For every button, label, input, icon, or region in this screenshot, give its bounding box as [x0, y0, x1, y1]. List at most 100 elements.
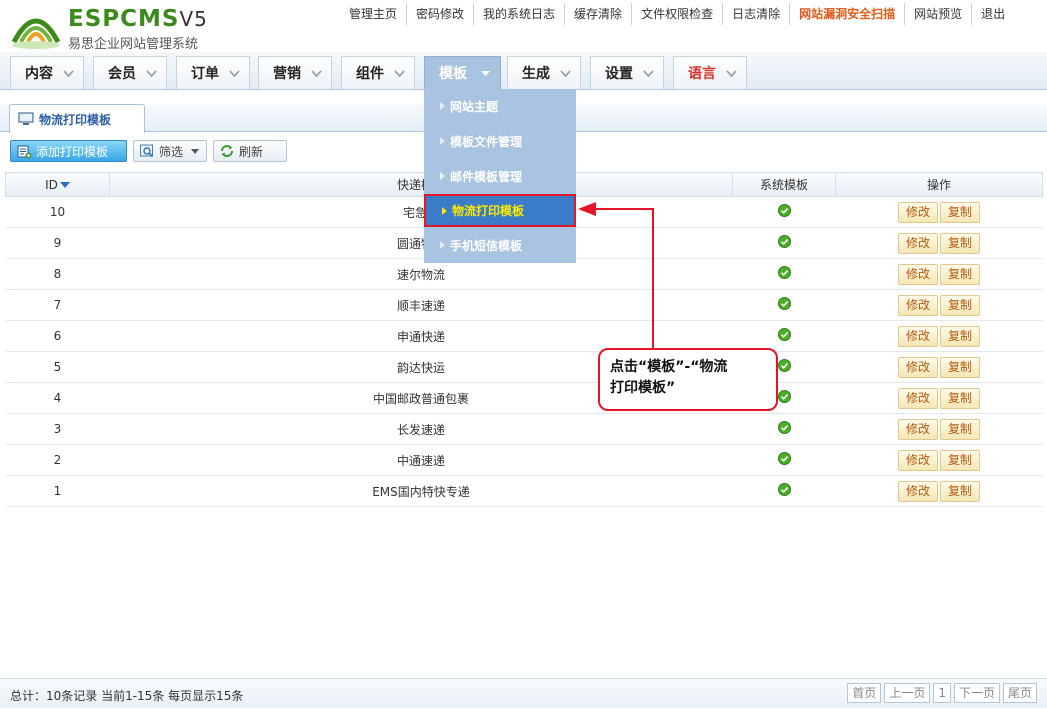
- pager-last[interactable]: 尾页: [1002, 683, 1037, 703]
- main-nav: 内容 会员 订单 营销 组件 模板 生成 设置 语言: [0, 52, 1047, 90]
- edit-button[interactable]: 修改: [898, 480, 938, 502]
- cell-id: 3: [5, 413, 110, 445]
- column-header-id-label: ID: [45, 177, 58, 192]
- nav-tab-label: 内容: [25, 66, 53, 82]
- edit-button[interactable]: 修改: [898, 201, 938, 223]
- copy-button[interactable]: 复制: [940, 356, 980, 378]
- cell-ops: 修改 复制: [835, 444, 1043, 476]
- nav-tab-language[interactable]: 语言: [673, 56, 747, 89]
- topnav-password[interactable]: 密码修改: [406, 3, 473, 25]
- topnav-preview[interactable]: 网站预览: [904, 3, 971, 25]
- nav-tab-component[interactable]: 组件: [341, 56, 415, 89]
- menu-item-template-files[interactable]: 模板文件管理: [424, 126, 576, 156]
- cell-system: [732, 289, 836, 321]
- annotation-line-1: 点击“模板”-“物流: [610, 359, 728, 375]
- menu-item-site-theme[interactable]: 网站主题: [424, 91, 576, 121]
- add-print-template-button[interactable]: 添加打印模板: [10, 140, 127, 162]
- content-tab-logistics-print[interactable]: 物流打印模板: [9, 104, 145, 133]
- edit-button[interactable]: 修改: [898, 325, 938, 347]
- table-row: 6 申通快递 修改 复制: [5, 320, 1043, 352]
- logo[interactable]: ESPCMSV5 易思企业网站管理系统: [10, 4, 230, 52]
- cell-name: EMS国内特快专递: [109, 475, 733, 507]
- cell-id: 10: [5, 196, 110, 228]
- edit-button[interactable]: 修改: [898, 294, 938, 316]
- filter-button[interactable]: 筛选: [133, 140, 207, 162]
- nav-tab-content[interactable]: 内容: [10, 56, 84, 89]
- add-print-template-label: 添加打印模板: [36, 144, 109, 159]
- nav-tab-member[interactable]: 会员: [93, 56, 167, 89]
- topnav-my-log[interactable]: 我的系统日志: [473, 3, 564, 25]
- menu-item-label: 物流打印模板: [452, 204, 525, 218]
- copy-button[interactable]: 复制: [940, 201, 980, 223]
- triangle-right-icon: [440, 137, 445, 145]
- nav-tab-template[interactable]: 模板: [424, 56, 501, 89]
- edit-button[interactable]: 修改: [898, 449, 938, 471]
- cell-ops: 修改 复制: [835, 351, 1043, 383]
- topnav-logout[interactable]: 退出: [971, 3, 1014, 25]
- edit-button[interactable]: 修改: [898, 263, 938, 285]
- nav-tab-order[interactable]: 订单: [176, 56, 250, 89]
- cell-system: [732, 475, 836, 507]
- cell-id: 6: [5, 320, 110, 352]
- copy-button[interactable]: 复制: [940, 387, 980, 409]
- chevron-down-icon: [560, 70, 571, 78]
- cell-name: 圆通物流: [109, 227, 733, 259]
- triangle-right-icon: [440, 241, 445, 249]
- cell-id: 8: [5, 258, 110, 290]
- pager-prev[interactable]: 上一页: [884, 683, 931, 703]
- cell-system: [732, 413, 836, 445]
- pager-first[interactable]: 首页: [847, 683, 882, 703]
- nav-tab-label: 组件: [356, 66, 384, 82]
- copy-button[interactable]: 复制: [940, 325, 980, 347]
- menu-item-label: 网站主题: [450, 99, 499, 114]
- cell-system: [732, 196, 836, 228]
- nav-tab-marketing[interactable]: 营销: [258, 56, 332, 89]
- nav-tab-generate[interactable]: 生成: [507, 56, 581, 89]
- nav-tab-settings[interactable]: 设置: [590, 56, 664, 89]
- check-circle-icon: [777, 359, 791, 372]
- column-header-id[interactable]: ID: [5, 172, 110, 197]
- topnav-security-scan[interactable]: 网站漏洞安全扫描: [789, 3, 904, 25]
- copy-button[interactable]: 复制: [940, 480, 980, 502]
- chevron-down-icon: [63, 70, 74, 78]
- menu-item-mail-templates[interactable]: 邮件模板管理: [424, 161, 576, 191]
- cell-ops: 修改 复制: [835, 196, 1043, 228]
- pager-next[interactable]: 下一页: [953, 683, 1000, 703]
- edit-button[interactable]: 修改: [898, 356, 938, 378]
- topnav-file-permission[interactable]: 文件权限检查: [631, 3, 722, 25]
- check-circle-icon: [777, 204, 791, 217]
- annotation-line-2: 打印模板”: [610, 380, 676, 396]
- cell-id: 5: [5, 351, 110, 383]
- cell-id: 4: [5, 382, 110, 414]
- copy-button[interactable]: 复制: [940, 418, 980, 440]
- nav-tab-label: 会员: [108, 66, 136, 82]
- topnav-clear-cache[interactable]: 缓存清除: [564, 3, 631, 25]
- edit-button[interactable]: 修改: [898, 418, 938, 440]
- check-circle-icon: [777, 421, 791, 434]
- topnav-clear-log[interactable]: 日志清除: [722, 3, 789, 25]
- footer: 总计：10条记录 当前1-15条 每页显示15条 首页 上一页 1 下一页 尾页: [0, 678, 1047, 708]
- cell-ops: 修改 复制: [835, 289, 1043, 321]
- edit-button[interactable]: 修改: [898, 387, 938, 409]
- menu-item-logistics-print[interactable]: 物流打印模板: [424, 194, 576, 227]
- refresh-icon: [221, 145, 233, 157]
- refresh-button[interactable]: 刷新: [213, 140, 287, 162]
- nav-tab-label: 模板: [439, 66, 467, 82]
- edit-button[interactable]: 修改: [898, 232, 938, 254]
- cell-system: [732, 227, 836, 259]
- chevron-down-icon: [229, 70, 240, 78]
- copy-button[interactable]: 复制: [940, 232, 980, 254]
- pager-page[interactable]: 1: [933, 683, 951, 703]
- filter-search-icon: [140, 144, 154, 158]
- menu-item-label: 邮件模板管理: [450, 169, 523, 184]
- topnav-home[interactable]: 管理主页: [340, 3, 406, 25]
- copy-button[interactable]: 复制: [940, 294, 980, 316]
- menu-item-sms-templates[interactable]: 手机短信模板: [424, 230, 576, 260]
- column-header-ops: 操作: [835, 172, 1043, 197]
- copy-button[interactable]: 复制: [940, 449, 980, 471]
- cell-name: 申通快递: [109, 320, 733, 352]
- copy-button[interactable]: 复制: [940, 263, 980, 285]
- check-circle-icon: [777, 452, 791, 465]
- add-template-icon: [17, 145, 32, 159]
- check-circle-icon: [777, 297, 791, 310]
